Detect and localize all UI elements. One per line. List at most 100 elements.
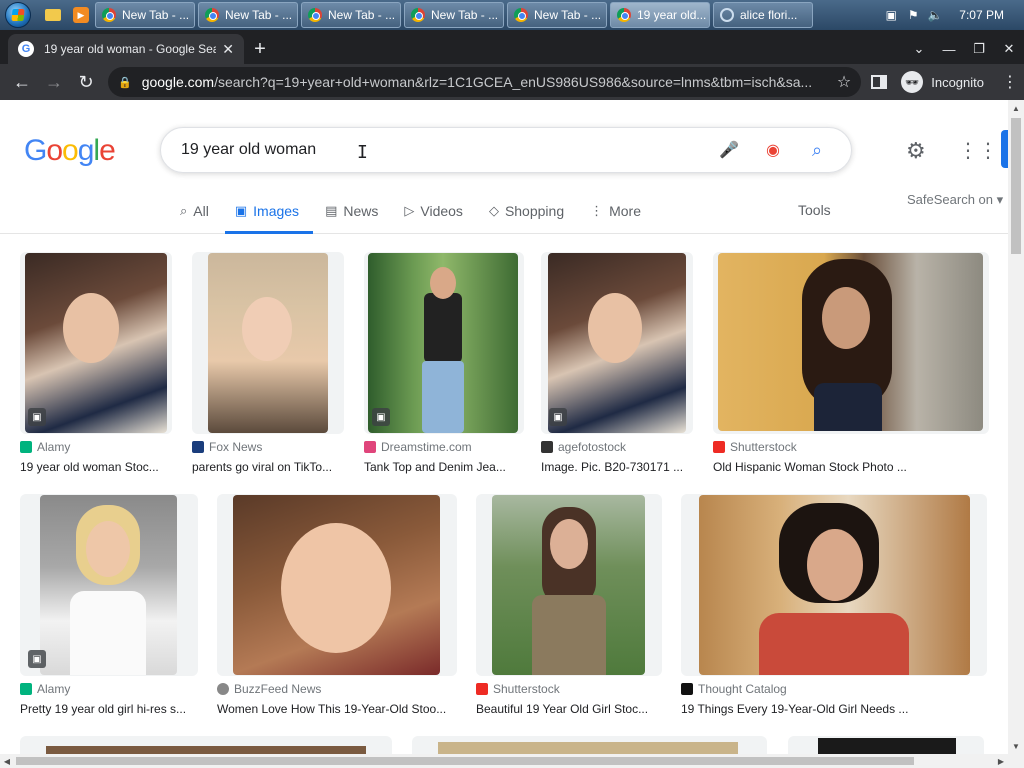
search-icon[interactable]: ⌕ — [803, 136, 831, 164]
sign-in-button[interactable] — [1001, 130, 1008, 168]
buzzfeed-favicon-icon — [217, 683, 229, 695]
chrome-icon — [514, 8, 528, 22]
tag-icon: ◇ — [488, 203, 499, 218]
clock[interactable]: 7:07 PM — [959, 8, 1004, 22]
close-window-button[interactable]: ✕ — [994, 41, 1024, 57]
result-thumbnail[interactable] — [713, 252, 989, 434]
search-box[interactable]: 19 year old woman 🎤 ◉ ⌕ — [160, 127, 852, 173]
microphone-icon[interactable]: 🎤 — [715, 136, 743, 164]
scroll-up-icon[interactable]: ▲ — [1008, 100, 1024, 116]
result-thumbnail[interactable] — [476, 494, 662, 676]
minimize-button[interactable]: — — [934, 42, 964, 57]
back-button[interactable]: ← — [6, 66, 38, 98]
google-logo[interactable]: Google — [24, 134, 116, 168]
result-title[interactable]: Pretty 19 year old girl hi-res s... — [20, 702, 192, 716]
window-controls: ⌄ — ❐ ✕ — [904, 34, 1024, 64]
alamy-favicon-icon — [20, 441, 32, 453]
result-title[interactable]: 19 year old woman Stoc... — [20, 460, 170, 474]
incognito-indicator[interactable]: 🕶 Incognito — [901, 71, 984, 93]
search-icon: ⌕ — [180, 203, 188, 218]
result-title[interactable]: Old Hispanic Woman Stock Photo ... — [713, 460, 983, 474]
vertical-scrollbar[interactable]: ▲ ▼ — [1008, 100, 1024, 754]
result-thumbnail[interactable]: ▣ — [20, 494, 198, 676]
horizontal-scrollbar[interactable]: ◀ ▶ — [0, 754, 1024, 768]
image-result-partial[interactable] — [788, 736, 984, 754]
taskbar-window-2[interactable]: New Tab - ... — [198, 2, 298, 28]
result-thumbnail[interactable]: ▣ — [20, 252, 172, 434]
browser-tab-active[interactable]: G 19 year old woman - Google Sea ✕ — [8, 34, 244, 64]
taskbar-window-6[interactable]: 19 year old... — [610, 2, 710, 28]
side-panel-icon[interactable] — [871, 75, 888, 89]
restore-button[interactable]: ❐ — [964, 41, 994, 57]
result-thumbnail[interactable] — [192, 252, 344, 434]
more-dots-icon: ⋮ — [590, 203, 604, 218]
scrollbar-thumb[interactable] — [1011, 118, 1021, 254]
play-icon: ▶ — [73, 7, 89, 23]
forward-button[interactable]: → — [38, 66, 70, 98]
scrollbar-thumb[interactable] — [16, 757, 914, 765]
safesearch-toggle[interactable]: SafeSearch on ▾ — [907, 192, 1003, 208]
result-title[interactable]: Tank Top and Denim Jea... — [364, 460, 519, 474]
agefotostock-favicon-icon — [541, 441, 553, 453]
result-thumbnail[interactable] — [217, 494, 457, 676]
result-title[interactable]: parents go viral on TikTo... — [192, 460, 342, 474]
photo-woman-park — [492, 495, 645, 675]
result-title[interactable]: Beautiful 19 Year Old Girl Stoc... — [476, 702, 658, 716]
volume-icon[interactable]: 🔈 — [927, 7, 943, 23]
result-title[interactable]: Women Love How This 19-Year-Old Stoo... — [217, 702, 453, 716]
tab-all[interactable]: ⌕ All — [180, 200, 209, 222]
result-thumbnail[interactable]: ▣ — [541, 252, 693, 434]
tab-title: 19 year old woman - Google Sea — [44, 42, 217, 56]
tab-videos[interactable]: ▷ Videos — [404, 200, 463, 222]
taskbar-window-5[interactable]: New Tab - ... — [507, 2, 607, 28]
tools-button[interactable]: Tools — [798, 202, 831, 218]
new-tab-button[interactable]: + — [244, 34, 276, 64]
image-result-partial[interactable] — [412, 736, 767, 754]
network-icon[interactable]: ▣ — [883, 7, 899, 23]
tab-news[interactable]: ▤ News — [325, 200, 378, 222]
result-title[interactable]: Image. Pic. B20-730171 ... — [541, 460, 691, 474]
start-button[interactable] — [0, 0, 36, 30]
scroll-down-icon[interactable]: ▼ — [1008, 738, 1024, 754]
photo-woman-tank-top — [368, 253, 518, 433]
tab-images[interactable]: ▣ Images — [224, 200, 314, 234]
scroll-left-icon[interactable]: ◀ — [0, 754, 14, 768]
browser-tabstrip: G 19 year old woman - Google Sea ✕ + ⌄ —… — [0, 30, 1024, 64]
video-icon: ▷ — [404, 203, 415, 218]
image-result-partial[interactable] — [20, 736, 392, 754]
camera-lens-icon[interactable]: ◉ — [759, 136, 787, 164]
chrome-icon — [617, 8, 631, 22]
thought-catalog-favicon-icon — [681, 683, 693, 695]
tab-more[interactable]: ⋮ More — [590, 200, 641, 222]
url-text[interactable]: google.com/search?q=19+year+old+woman&rl… — [142, 74, 829, 90]
scroll-right-icon[interactable]: ▶ — [994, 754, 1008, 768]
google-apps-icon[interactable]: ⋮⋮⋮ — [958, 138, 1008, 162]
lock-icon[interactable]: 🔒 — [118, 76, 132, 89]
explorer-quicklaunch[interactable] — [42, 4, 64, 26]
search-input[interactable]: 19 year old woman — [181, 141, 699, 159]
flag-icon[interactable]: ⚑ — [905, 7, 921, 23]
document-icon — [720, 8, 734, 22]
alamy-favicon-icon — [20, 683, 32, 695]
browser-toolbar: ← → ↻ 🔒 google.com/search?q=19+year+old+… — [0, 64, 1024, 100]
google-header: Google 19 year old woman 🎤 ◉ ⌕ ⚙ ⋮⋮⋮ ⌕Al… — [0, 100, 1008, 234]
taskbar-window-7[interactable]: alice flori... — [713, 2, 813, 28]
incognito-icon: 🕶 — [901, 71, 924, 93]
result-thumbnail[interactable] — [681, 494, 987, 676]
image-badge-icon: ▣ — [28, 650, 46, 668]
taskbar-window-4[interactable]: New Tab - ... — [404, 2, 504, 28]
media-player-quicklaunch[interactable]: ▶ — [70, 4, 92, 26]
taskbar-window-1[interactable]: New Tab - ... — [95, 2, 195, 28]
tab-shopping[interactable]: ◇ Shopping — [489, 200, 564, 222]
reload-button[interactable]: ↻ — [70, 66, 102, 98]
tab-search-icon[interactable]: ⌄ — [904, 41, 934, 57]
result-title[interactable]: 19 Things Every 19-Year-Old Girl Needs .… — [681, 702, 981, 716]
taskbar-window-3[interactable]: New Tab - ... — [301, 2, 401, 28]
settings-gear-icon[interactable]: ⚙ — [906, 138, 930, 163]
close-tab-icon[interactable]: ✕ — [222, 41, 234, 58]
folder-icon — [45, 9, 61, 21]
result-thumbnail[interactable]: ▣ — [364, 252, 524, 434]
bookmark-star-icon[interactable]: ☆ — [837, 72, 851, 92]
address-bar[interactable]: 🔒 google.com/search?q=19+year+old+woman&… — [108, 67, 862, 97]
chrome-menu-icon[interactable]: ⋮ — [1002, 72, 1018, 92]
